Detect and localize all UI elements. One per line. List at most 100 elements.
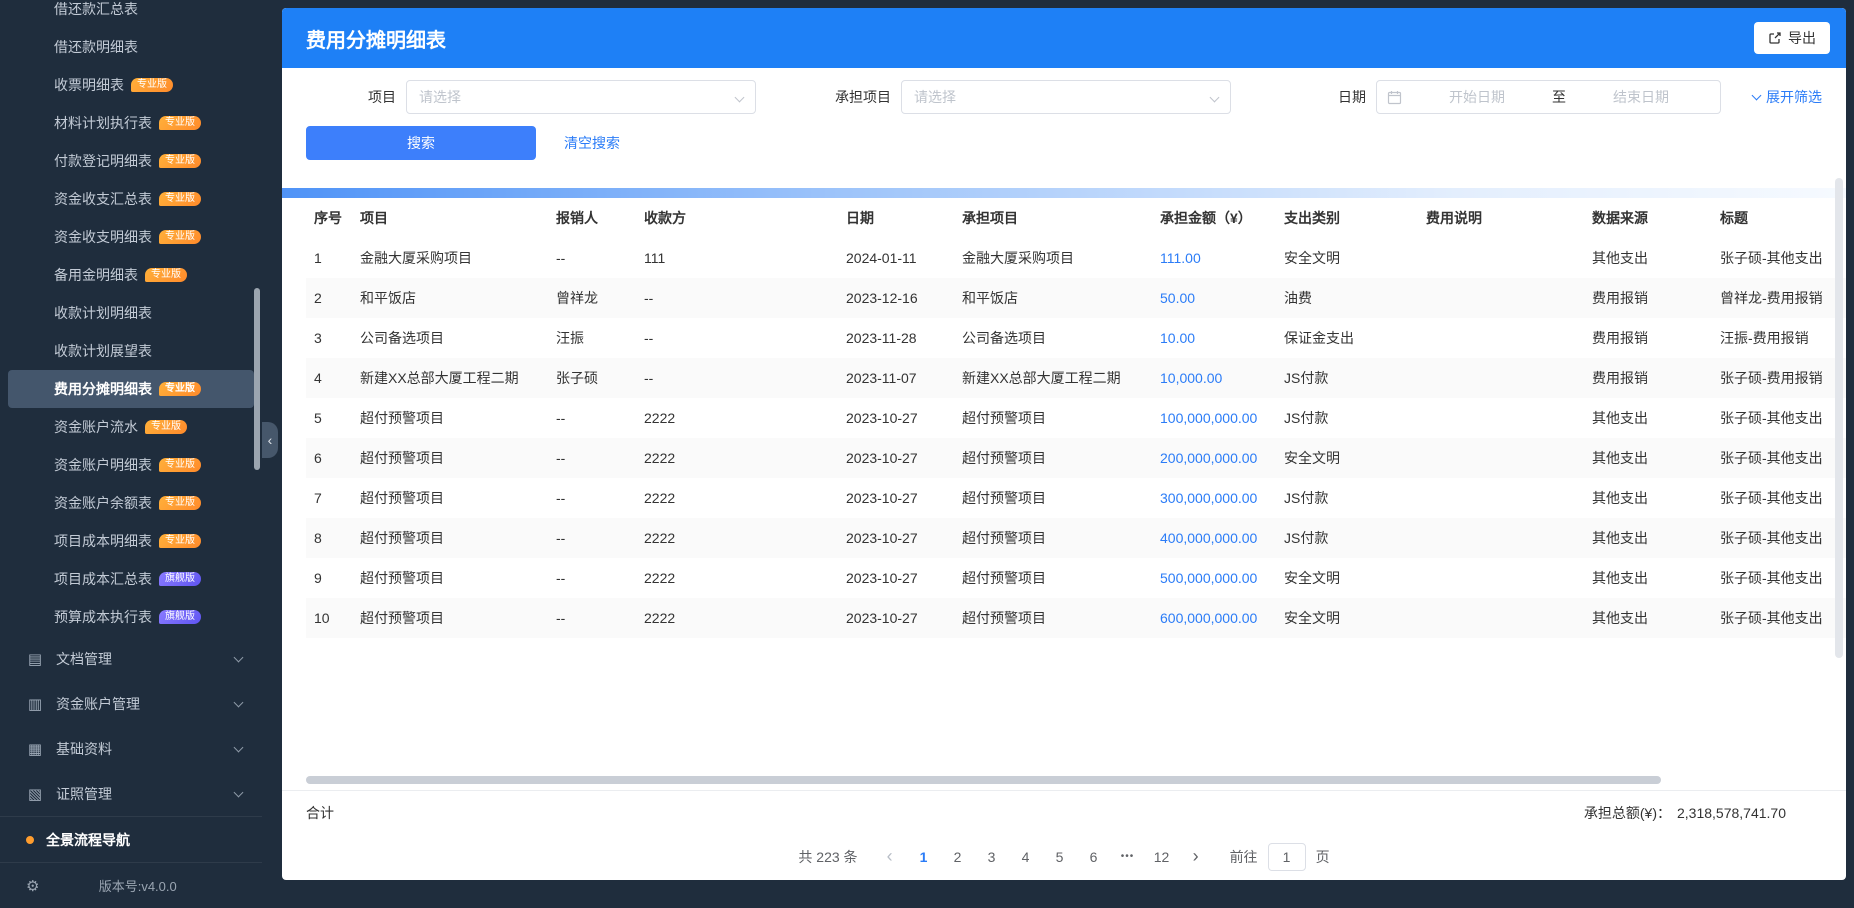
bear-project-select[interactable]: 请选择 bbox=[901, 80, 1231, 114]
pro-badge: 专业版 bbox=[159, 496, 201, 510]
horizontal-scrollbar[interactable] bbox=[306, 776, 1661, 784]
sidebar-item[interactable]: 付款登记明细表 专业版 bbox=[8, 142, 254, 180]
sidebar-group-label: 基础资料 bbox=[56, 740, 112, 757]
sidebar-item[interactable]: 资金收支汇总表 专业版 bbox=[8, 180, 254, 218]
sidebar-item[interactable]: 备用金明细表 专业版 bbox=[8, 256, 254, 294]
table-cell: 2024-01-11 bbox=[846, 250, 917, 266]
export-button[interactable]: 导出 bbox=[1754, 22, 1830, 54]
sidebar-item-label: 全景流程导航 bbox=[46, 831, 130, 848]
amount-link[interactable]: 200,000,000.00 bbox=[1160, 450, 1257, 466]
table-row: 8 超付预警项目 -- 2222 2023-10-27 超付预警项目 400,000,000… bbox=[306, 518, 1846, 558]
sidebar-item[interactable]: 资金账户流水 专业版 bbox=[8, 408, 254, 446]
vertical-scrollbar[interactable] bbox=[1835, 178, 1843, 658]
amount-link[interactable]: 500,000,000.00 bbox=[1160, 570, 1257, 586]
sidebar-item[interactable]: 项目成本明细表 专业版 bbox=[8, 522, 254, 560]
sidebar-item[interactable]: 材料计划执行表 专业版 bbox=[8, 104, 254, 142]
sidebar-item[interactable]: 收款计划明细表 bbox=[8, 294, 254, 332]
table-cell: 超付预警项目 bbox=[962, 570, 1046, 586]
amount-link[interactable]: 111.00 bbox=[1160, 250, 1201, 266]
sidebar-item[interactable]: 收款计划展望表 bbox=[8, 332, 254, 370]
start-date-input[interactable]: 开始日期 bbox=[1408, 87, 1546, 107]
filter-section: 项目 请选择 承担项目 请选择 日期 开始日期 至 结束日期 展开筛选 搜索 清… bbox=[282, 68, 1846, 174]
table-cell bbox=[1418, 478, 1584, 518]
table-cell: JS付款 bbox=[1284, 370, 1329, 386]
goto-page-input[interactable] bbox=[1267, 843, 1306, 871]
sidebar-item-label: 资金账户余额表 bbox=[54, 495, 152, 511]
sidebar-report-list: 借还款汇总表借还款明细表 收票明细表 专业版 材料计划执行表 专业版 付款登记明细表 专业版… bbox=[0, 0, 262, 636]
search-button[interactable]: 搜索 bbox=[306, 126, 536, 160]
table-cell: -- bbox=[644, 330, 654, 346]
table-cell: 10,000.00 bbox=[1152, 358, 1276, 398]
sidebar-group[interactable]: ▥ 资金账户管理 bbox=[0, 681, 262, 726]
page-number-button[interactable]: 5 bbox=[1046, 843, 1074, 871]
sidebar-item-label: 资金收支汇总表 bbox=[54, 191, 152, 207]
amount-link[interactable]: 50.00 bbox=[1160, 290, 1195, 306]
table-cell: 张子硕 bbox=[556, 370, 598, 386]
table-cell bbox=[1418, 438, 1584, 478]
more-pages-button[interactable]: ••• bbox=[1114, 843, 1142, 871]
table-cell: 2023-12-16 bbox=[846, 290, 918, 306]
pro-badge: 专业版 bbox=[145, 420, 187, 434]
table-cell: -- bbox=[556, 610, 566, 626]
amount-link[interactable]: 300,000,000.00 bbox=[1160, 490, 1257, 506]
amount-link[interactable]: 100,000,000.00 bbox=[1160, 410, 1257, 426]
table-cell: 2222 bbox=[644, 450, 676, 466]
version-text: 版本号:v4.0.0 bbox=[98, 879, 177, 894]
table-cell: -- bbox=[556, 250, 566, 266]
table-cell: 2222 bbox=[644, 490, 676, 506]
column-header: 承担金额（¥） bbox=[1160, 210, 1252, 226]
end-date-input[interactable]: 结束日期 bbox=[1572, 87, 1710, 107]
table-cell: 2023-10-27 bbox=[846, 610, 918, 626]
column-header: 费用说明 bbox=[1426, 210, 1482, 226]
clear-search-link[interactable]: 清空搜索 bbox=[564, 133, 620, 153]
table-cell: 超付预警项目 bbox=[360, 570, 444, 586]
amount-link[interactable]: 10,000.00 bbox=[1160, 370, 1222, 386]
app-root: 借还款汇总表借还款明细表 收票明细表 专业版 材料计划执行表 专业版 付款登记明细表 专业版… bbox=[0, 0, 1854, 908]
sidebar-item[interactable]: 资金账户明细表 专业版 bbox=[8, 446, 254, 484]
column-header: 项目 bbox=[360, 210, 388, 226]
sidebar-item[interactable]: 项目成本汇总表 旗舰版 bbox=[8, 560, 254, 598]
sidebar-item-label: 备用金明细表 bbox=[54, 267, 138, 283]
pro-badge: 专业版 bbox=[159, 192, 201, 206]
page-number-button[interactable]: 12 bbox=[1148, 843, 1176, 871]
sidebar-item[interactable]: 预算成本执行表 旗舰版 bbox=[8, 598, 254, 636]
page-number-button[interactable]: 1 bbox=[910, 843, 938, 871]
sidebar-group[interactable]: ▧ 证照管理 bbox=[0, 771, 262, 816]
sidebar-group-list: ▤ 文档管理 ▥ 资金账户管理 ▦ 基础资料 ▧ 证照管理 bbox=[0, 636, 262, 816]
total-amount-label: 承担总额(¥)： bbox=[1583, 804, 1671, 821]
column-header: 标题 bbox=[1720, 210, 1748, 226]
filter-actions-row: 搜索 清空搜索 bbox=[306, 126, 1822, 160]
next-page-button[interactable]: › bbox=[1182, 843, 1210, 871]
sidebar-item[interactable]: 借还款汇总表 bbox=[8, 0, 254, 28]
page-number-button[interactable]: 3 bbox=[978, 843, 1006, 871]
sidebar-collapse-button[interactable]: ‹ bbox=[262, 422, 278, 458]
page-number-button[interactable]: 6 bbox=[1080, 843, 1108, 871]
sidebar-group[interactable]: ▤ 文档管理 bbox=[0, 636, 262, 681]
table-cell: 保证金支出 bbox=[1284, 330, 1354, 346]
sidebar-item[interactable]: 资金收支明细表 专业版 bbox=[8, 218, 254, 256]
project-select[interactable]: 请选择 bbox=[406, 80, 756, 114]
amount-link[interactable]: 600,000,000.00 bbox=[1160, 610, 1257, 626]
sidebar-item[interactable]: 收票明细表 专业版 bbox=[8, 66, 254, 104]
table-cell: 1 bbox=[314, 250, 322, 266]
sidebar-scrollbar[interactable] bbox=[254, 288, 260, 470]
amount-link[interactable]: 400,000,000.00 bbox=[1160, 530, 1257, 546]
summary-label: 合计 bbox=[306, 804, 334, 821]
sidebar-item[interactable]: 费用分摊明细表 专业版 bbox=[8, 370, 254, 408]
prev-page-button[interactable]: ‹ bbox=[876, 843, 904, 871]
table-cell: 8 bbox=[314, 530, 322, 546]
date-range-picker[interactable]: 开始日期 至 结束日期 bbox=[1376, 80, 1721, 114]
sidebar-item[interactable]: 资金账户余额表 专业版 bbox=[8, 484, 254, 522]
sidebar-item[interactable]: 借还款明细表 bbox=[8, 28, 254, 66]
sidebar-item-panorama[interactable]: 全景流程导航 bbox=[0, 816, 262, 862]
page-number-button[interactable]: 4 bbox=[1012, 843, 1040, 871]
amount-link[interactable]: 10.00 bbox=[1160, 330, 1195, 346]
table-cell: 其他支出 bbox=[1592, 450, 1648, 466]
sidebar-group[interactable]: ▦ 基础资料 bbox=[0, 726, 262, 771]
gear-icon[interactable]: ⚙ bbox=[26, 877, 39, 895]
table-cell: 曾祥龙 bbox=[556, 290, 598, 306]
sidebar-item-label: 项目成本明细表 bbox=[54, 533, 152, 549]
page-number-button[interactable]: 2 bbox=[944, 843, 972, 871]
expand-filters-link[interactable]: 展开筛选 bbox=[1751, 87, 1822, 107]
sidebar-item-label: 借还款汇总表 bbox=[54, 1, 138, 17]
